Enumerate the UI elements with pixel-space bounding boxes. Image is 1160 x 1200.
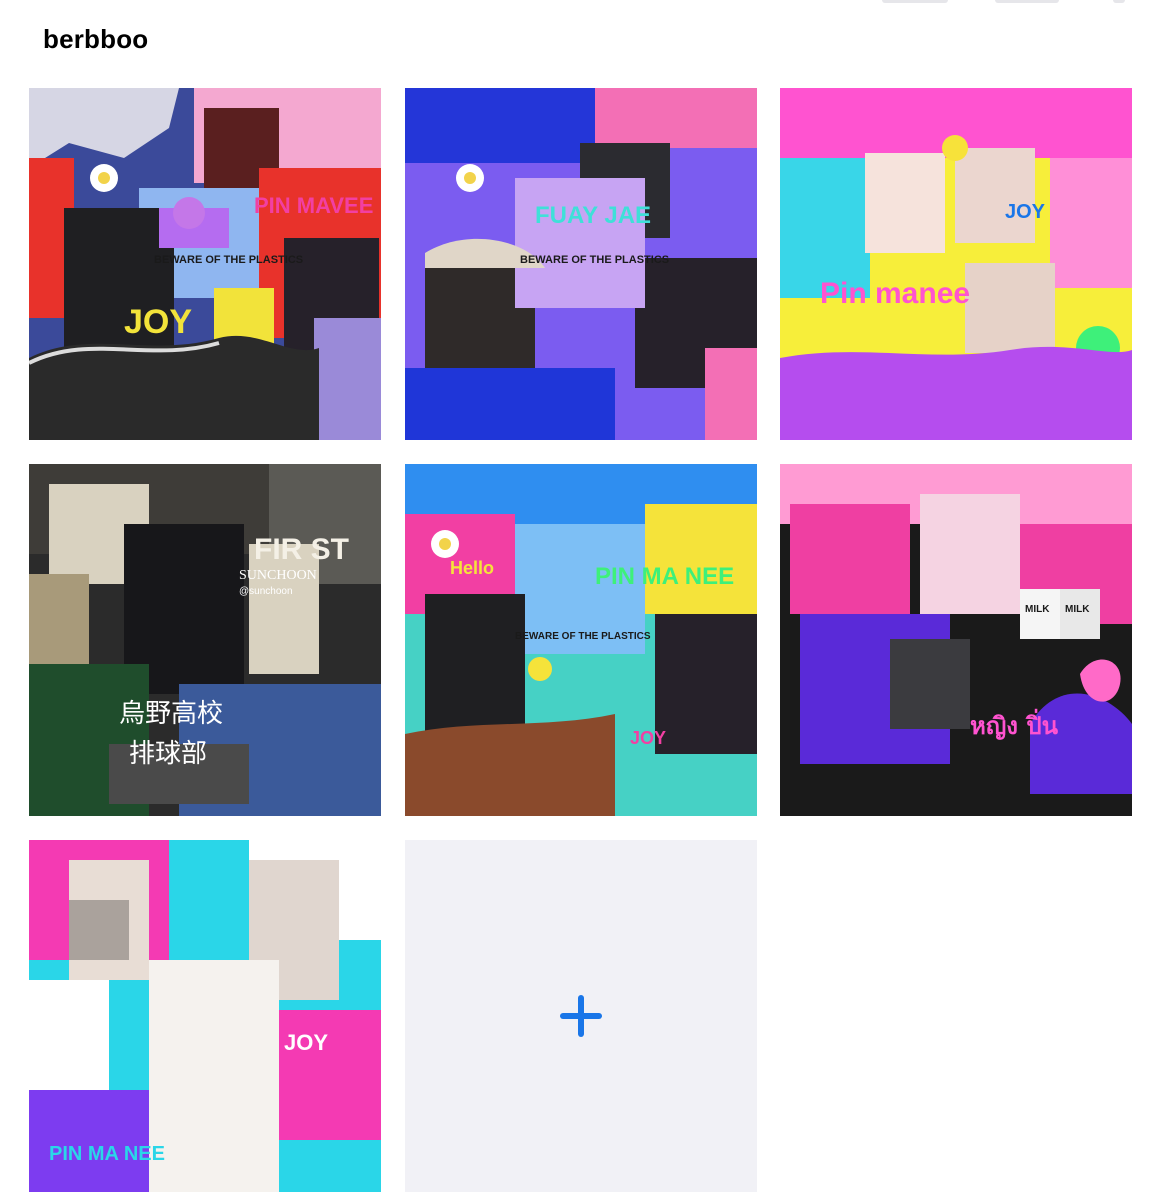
tile-4-text-c: @sunchoon — [239, 586, 293, 597]
tile-2-text-a: FUAY JAE — [535, 202, 651, 229]
tile-7-text-a: PIN MA NEE — [49, 1143, 165, 1165]
gallery-item-7[interactable]: PIN MA NEE JOY — [29, 840, 381, 1192]
tile-6-text-c: หญิง ปิ่น — [970, 708, 1059, 740]
tile-1-text-a: PIN MAVEE — [254, 193, 373, 218]
tile-7-text-b: JOY — [284, 1030, 328, 1055]
gallery-item-2[interactable]: FUAY JAE BEWARE OF THE PLASTICS — [405, 88, 757, 440]
tile-3-text-a: JOY — [1005, 201, 1046, 223]
tile-5-text-b: PIN MA NEE — [595, 563, 734, 590]
tile-6-text-b: MILK — [1065, 604, 1090, 615]
collage-image-6: MILK MILK หญิง ปิ่น — [780, 464, 1132, 816]
tile-4-text-b: SUNCHOON — [239, 568, 317, 583]
collage-image-2: FUAY JAE BEWARE OF THE PLASTICS — [405, 88, 757, 440]
tile-3-text-b: Pin manee — [820, 277, 970, 310]
add-item-button[interactable] — [405, 840, 757, 1192]
gallery-item-6[interactable]: MILK MILK หญิง ปิ่น — [780, 464, 1132, 816]
gallery-item-4[interactable]: FIR ST SUNCHOON @sunchoon 烏野高校 排球部 — [29, 464, 381, 816]
page-title: berbboo — [43, 24, 149, 54]
collage-image-4: FIR ST SUNCHOON @sunchoon 烏野高校 排球部 — [29, 464, 381, 816]
tile-1-text-b: BEWARE OF THE PLASTICS — [154, 254, 303, 266]
gallery-item-5[interactable]: Hello PIN MA NEE BEWARE OF THE PLASTICS … — [405, 464, 757, 816]
tile-5-text-d: JOY — [630, 728, 666, 748]
top-partial-control-left — [882, 0, 948, 3]
tile-2-text-b: BEWARE OF THE PLASTICS — [520, 254, 669, 266]
tile-4-text-a: FIR ST — [254, 533, 349, 566]
plus-icon — [560, 995, 602, 1037]
collage-image-3: Pin manee JOY — [780, 88, 1132, 440]
top-partial-control-right — [1113, 0, 1125, 3]
tile-1-text-c: JOY — [124, 303, 192, 341]
collage-image-1: PIN MAVEE BEWARE OF THE PLASTICS JOY — [29, 88, 381, 440]
tile-5-text-a: Hello — [450, 558, 494, 578]
tile-4-text-e: 排球部 — [129, 739, 207, 769]
gallery-item-1[interactable]: PIN MAVEE BEWARE OF THE PLASTICS JOY — [29, 88, 381, 440]
tile-5-text-c: BEWARE OF THE PLASTICS — [515, 631, 651, 642]
gallery-item-3[interactable]: Pin manee JOY — [780, 88, 1132, 440]
tile-6-text-a: MILK — [1025, 604, 1050, 615]
collage-image-5: Hello PIN MA NEE BEWARE OF THE PLASTICS … — [405, 464, 757, 816]
top-partial-control-middle — [995, 0, 1059, 3]
collage-image-7: PIN MA NEE JOY — [29, 840, 381, 1192]
tile-4-text-d: 烏野高校 — [119, 699, 223, 729]
